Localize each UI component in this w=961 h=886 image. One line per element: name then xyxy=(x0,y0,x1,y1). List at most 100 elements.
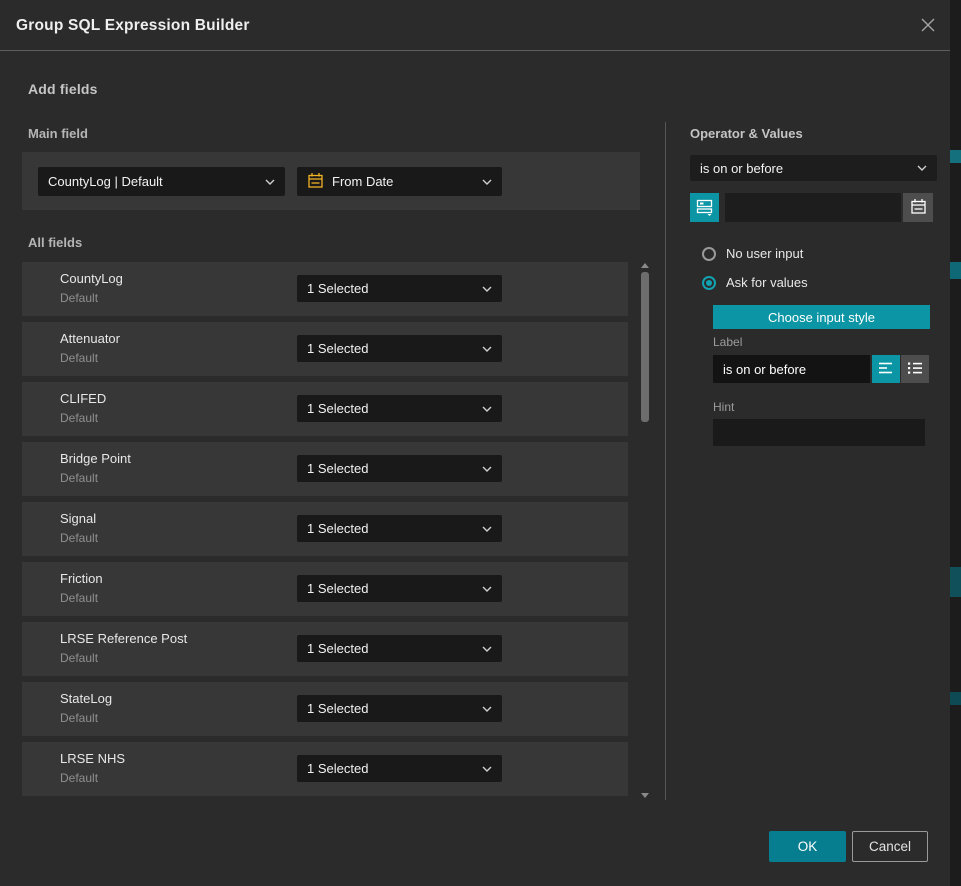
backdrop-fragment xyxy=(950,150,961,163)
field-row: Signal Default 1 Selected xyxy=(22,502,628,556)
field-values-select-value: 1 Selected xyxy=(307,281,476,296)
chevron-down-icon xyxy=(482,466,492,472)
backdrop-fragment xyxy=(950,567,961,597)
choose-input-style-button[interactable]: Choose input style xyxy=(713,305,930,329)
field-values-select[interactable]: 1 Selected xyxy=(297,695,502,722)
main-field-select-value: From Date xyxy=(332,174,476,189)
field-sublabel: Default xyxy=(60,291,98,305)
field-values-select[interactable]: 1 Selected xyxy=(297,335,502,362)
backdrop-fragment xyxy=(950,262,961,279)
chevron-down-icon xyxy=(482,526,492,532)
ok-button[interactable]: OK xyxy=(769,831,846,862)
hint-input[interactable] xyxy=(713,419,925,446)
scrollbar-thumb[interactable] xyxy=(641,272,649,422)
radio-ask-for-values[interactable]: Ask for values xyxy=(692,275,808,290)
field-values-select[interactable]: 1 Selected xyxy=(297,275,502,302)
radio-ask-for-values-label: Ask for values xyxy=(726,275,808,290)
field-sublabel: Default xyxy=(60,471,98,485)
x-icon xyxy=(920,17,936,36)
main-field-heading: Main field xyxy=(28,126,88,141)
single-input-style-icon xyxy=(878,361,894,378)
chevron-down-icon xyxy=(482,706,492,712)
operator-values-heading: Operator & Values xyxy=(690,126,803,141)
field-values-select[interactable]: 1 Selected xyxy=(297,635,502,662)
field-row: CountyLog Default 1 Selected xyxy=(22,262,628,316)
chevron-down-icon xyxy=(482,406,492,412)
app-background: Group SQL Expression Builder Add fields … xyxy=(0,0,961,886)
field-name: Attenuator xyxy=(60,331,120,346)
value-input[interactable] xyxy=(725,193,901,222)
field-values-select-value: 1 Selected xyxy=(307,581,476,596)
panel-divider xyxy=(665,122,666,800)
main-field-panel: CountyLog | Default From Date xyxy=(22,152,640,210)
field-values-select-value: 1 Selected xyxy=(307,401,476,416)
radio-no-user-input-label: No user input xyxy=(726,246,803,261)
field-name: CountyLog xyxy=(60,271,123,286)
calendar-icon xyxy=(307,172,324,192)
field-sublabel: Default xyxy=(60,351,98,365)
field-values-select[interactable]: 1 Selected xyxy=(297,755,502,782)
value-type-button[interactable] xyxy=(690,193,719,222)
add-fields-heading: Add fields xyxy=(28,81,98,97)
field-name: Bridge Point xyxy=(60,451,131,466)
calendar-icon xyxy=(910,198,927,218)
chevron-down-icon xyxy=(265,179,275,185)
all-fields-heading: All fields xyxy=(28,235,82,250)
field-sublabel: Default xyxy=(60,411,98,425)
field-values-select[interactable]: 1 Selected xyxy=(297,515,502,542)
layer-select[interactable]: CountyLog | Default xyxy=(38,167,285,196)
field-values-select-value: 1 Selected xyxy=(307,461,476,476)
label-input[interactable] xyxy=(713,355,870,383)
scrollbar-down-arrow[interactable] xyxy=(641,793,649,798)
dialog-title: Group SQL Expression Builder xyxy=(16,0,250,51)
field-row: StateLog Default 1 Selected xyxy=(22,682,628,736)
field-values-select[interactable]: 1 Selected xyxy=(297,575,502,602)
field-sublabel: Default xyxy=(60,591,98,605)
radio-checked-icon xyxy=(702,276,716,290)
backdrop-fragment xyxy=(950,692,961,705)
field-row: Bridge Point Default 1 Selected xyxy=(22,442,628,496)
list-style-icon xyxy=(907,361,923,378)
single-input-style-button[interactable] xyxy=(872,355,900,383)
close-button[interactable] xyxy=(914,12,942,40)
field-name: CLIFED xyxy=(60,391,106,406)
field-row: LRSE Reference Post Default 1 Selected xyxy=(22,622,628,676)
field-values-select[interactable]: 1 Selected xyxy=(297,395,502,422)
chevron-down-icon xyxy=(482,179,492,185)
layer-select-value: CountyLog | Default xyxy=(48,174,259,189)
cancel-button[interactable]: Cancel xyxy=(852,831,928,862)
value-calendar-button[interactable] xyxy=(903,193,933,222)
field-values-select[interactable]: 1 Selected xyxy=(297,455,502,482)
field-name: LRSE Reference Post xyxy=(60,631,187,646)
field-name: StateLog xyxy=(60,691,112,706)
operator-select[interactable]: is on or before xyxy=(690,155,937,181)
chevron-down-icon xyxy=(482,766,492,772)
group-sql-expression-builder-dialog: Group SQL Expression Builder Add fields … xyxy=(0,0,950,886)
field-name: Signal xyxy=(60,511,96,526)
field-sublabel: Default xyxy=(60,711,98,725)
all-fields-list: CountyLog Default 1 Selected Attenuator … xyxy=(22,262,628,802)
field-row: Friction Default 1 Selected xyxy=(22,562,628,616)
field-values-select-value: 1 Selected xyxy=(307,761,476,776)
chevron-down-icon xyxy=(482,586,492,592)
value-type-icon xyxy=(695,197,714,219)
list-style-button[interactable] xyxy=(901,355,929,383)
main-field-select[interactable]: From Date xyxy=(297,167,502,196)
operator-select-value: is on or before xyxy=(700,161,911,176)
field-values-select-value: 1 Selected xyxy=(307,521,476,536)
chevron-down-icon xyxy=(482,346,492,352)
field-sublabel: Default xyxy=(60,771,98,785)
field-values-select-value: 1 Selected xyxy=(307,341,476,356)
radio-icon xyxy=(702,247,716,261)
label-label: Label xyxy=(713,335,742,349)
field-row: LRSE NHS Default 1 Selected xyxy=(22,742,628,796)
field-row: CLIFED Default 1 Selected xyxy=(22,382,628,436)
field-values-select-value: 1 Selected xyxy=(307,701,476,716)
dialog-titlebar: Group SQL Expression Builder xyxy=(0,0,950,51)
radio-no-user-input[interactable]: No user input xyxy=(692,246,803,261)
scrollbar-up-arrow[interactable] xyxy=(641,263,649,268)
field-values-select-value: 1 Selected xyxy=(307,641,476,656)
chevron-down-icon xyxy=(482,286,492,292)
field-name: Friction xyxy=(60,571,103,586)
hint-label: Hint xyxy=(713,400,734,414)
